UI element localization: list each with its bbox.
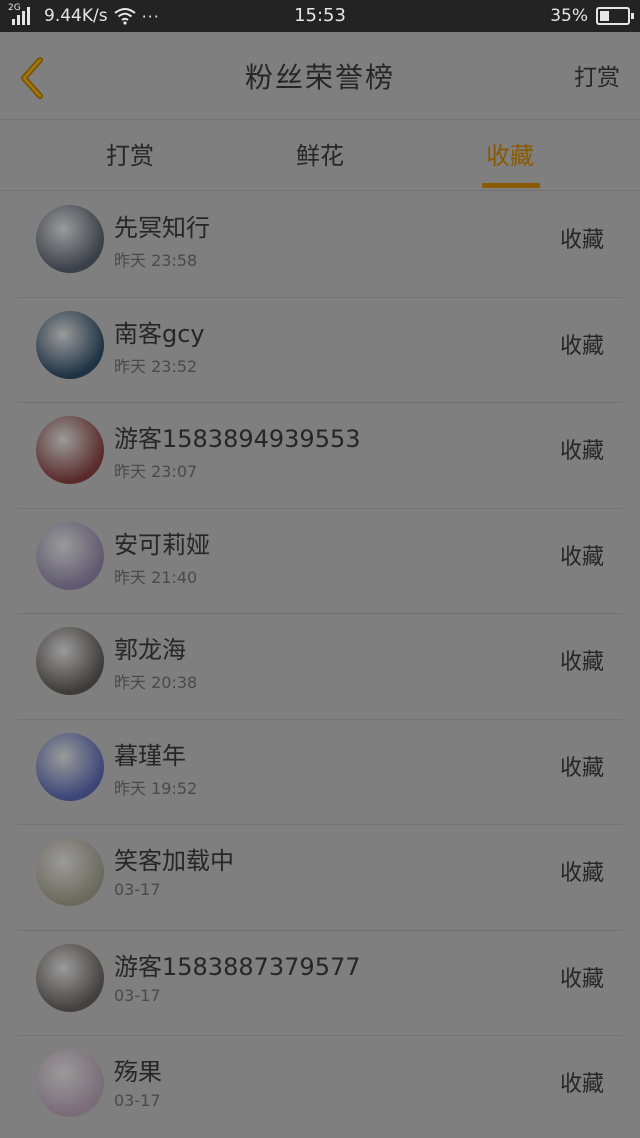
favorite-label: 收藏: [559, 1072, 604, 1097]
avatar[interactable]: [36, 732, 104, 801]
avatar[interactable]: [36, 627, 104, 695]
favorite-label: 收藏: [559, 755, 604, 781]
timestamp: 昨天 23:07: [114, 462, 198, 481]
list-item[interactable]: 南客gcy 昨天 23:52 收藏: [0, 298, 640, 404]
timestamp: 昨天 23:52: [114, 356, 198, 376]
user-name: 笑客加载中: [114, 847, 234, 875]
user-name: 郭龙海: [114, 636, 186, 664]
avatar[interactable]: [36, 310, 104, 379]
user-name: 暮瑾年: [114, 741, 186, 770]
list-item[interactable]: 笑客加载中 03-17 收藏: [0, 825, 640, 931]
reward-button[interactable]: 打赏: [574, 32, 620, 120]
timestamp: 昨天 23:58: [114, 251, 198, 270]
favorite-label: 收藏: [559, 966, 604, 992]
user-name: 南客gcy: [114, 319, 205, 348]
avatar[interactable]: [36, 205, 104, 273]
list-item[interactable]: 游客1583894939553 昨天 23:07 收藏: [0, 403, 640, 509]
list-item[interactable]: 殇果 03-17 收藏: [0, 1036, 640, 1138]
timestamp: 03-17: [114, 880, 161, 899]
header: 粉丝荣誉榜 打赏: [0, 32, 640, 120]
timestamp: 03-17: [114, 985, 161, 1005]
timestamp: 03-17: [114, 1091, 161, 1110]
favorite-label: 收藏: [559, 439, 604, 464]
battery-percent: 35%: [550, 6, 588, 26]
timestamp: 昨天 21:40: [114, 567, 198, 587]
favorite-label: 收藏: [559, 650, 604, 675]
favorite-label: 收藏: [559, 333, 604, 359]
timestamp: 昨天 19:52: [114, 778, 198, 798]
favorite-label: 收藏: [559, 861, 604, 886]
avatar[interactable]: [36, 943, 104, 1012]
list-item[interactable]: 先冥知行昨天 23:58 收藏: [0, 192, 640, 298]
avatar[interactable]: [36, 521, 104, 590]
tab-favorites[interactable]: 收藏: [450, 121, 570, 191]
status-bar: 2G 9.44K/s ··· 15:53 35%: [0, 0, 640, 32]
status-right: 35%: [550, 0, 634, 32]
list-item[interactable]: 郭龙海昨天 20:38 收藏: [0, 614, 640, 720]
favorite-label: 收藏: [559, 544, 604, 570]
fan-list: 先冥知行 昨天 23:58 收藏 南客gcy 昨天 23:52 收藏 游客158389493…: [0, 192, 640, 1138]
user-name: 游客1583887379577: [114, 952, 361, 981]
favorite-label: 收藏: [559, 228, 604, 253]
list-item[interactable]: 游客1583887379577 03-17 收藏: [0, 931, 640, 1037]
avatar[interactable]: [36, 1049, 104, 1117]
user-name: 游客1583894939553: [114, 425, 361, 453]
status-time: 15:53: [294, 5, 346, 26]
avatar[interactable]: [36, 838, 104, 906]
timestamp: 昨天 20:38: [114, 673, 198, 692]
battery-fill: [600, 11, 610, 21]
user-name: 先冥知行: [114, 214, 210, 242]
tab-bar: 打赏 鲜花 收藏: [0, 121, 640, 191]
list-item[interactable]: 暮瑾年昨天 19:52 收藏: [0, 720, 640, 826]
tab-flowers[interactable]: 鲜花: [260, 121, 380, 191]
battery-icon: [596, 7, 634, 25]
user-name: 殇果: [114, 1058, 162, 1086]
page-title: 粉丝荣誉榜: [244, 61, 395, 94]
active-tab-indicator: [482, 183, 540, 188]
user-name: 安可莉娅: [114, 530, 210, 559]
list-item[interactable]: 安可莉娅昨天 21:40 收藏: [0, 509, 640, 615]
tab-reward[interactable]: 打赏: [70, 121, 190, 191]
avatar[interactable]: [36, 416, 104, 484]
